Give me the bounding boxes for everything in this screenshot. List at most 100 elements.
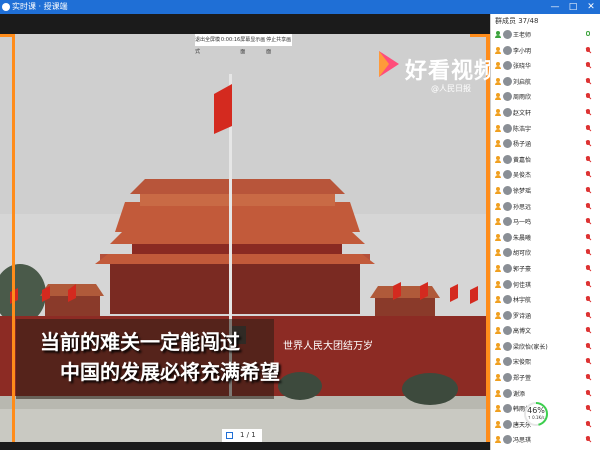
- member-name: 梁欣怡(家长): [513, 343, 548, 351]
- avatar: [503, 232, 512, 242]
- microphone-muted-icon[interactable]: [585, 108, 592, 116]
- avatar: [503, 279, 512, 289]
- microphone-muted-icon[interactable]: [585, 93, 592, 100]
- share-timer: 0:00:16: [220, 37, 241, 43]
- person-icon: [495, 140, 501, 148]
- person-icon: [495, 327, 501, 335]
- member-row[interactable]: 郑子萱: [491, 370, 600, 386]
- member-row[interactable]: 杨子涵: [491, 136, 600, 152]
- slide-icon: [226, 432, 233, 439]
- member-row[interactable]: 高博文: [491, 323, 600, 339]
- microphone-muted-icon[interactable]: [585, 327, 592, 334]
- member-name: 罗诗涵: [513, 312, 532, 320]
- member-row[interactable]: 陈浩宇: [491, 121, 600, 137]
- person-icon: [495, 62, 501, 70]
- show-screen-button[interactable]: 屏幕显示画面: [240, 34, 266, 55]
- play-logo-icon: [379, 51, 399, 77]
- avatar: [503, 404, 512, 414]
- member-row[interactable]: 马一鸣: [491, 214, 600, 230]
- microphone-muted-icon[interactable]: [585, 389, 592, 397]
- member-row[interactable]: 梁欣怡(家长): [491, 339, 600, 355]
- avatar: [503, 107, 512, 117]
- member-name: 王老师: [513, 32, 532, 39]
- member-row[interactable]: 张晓华: [491, 58, 600, 74]
- member-row[interactable]: 黄嘉怡: [491, 152, 600, 168]
- microphone-muted-icon[interactable]: [585, 342, 592, 350]
- member-row[interactable]: 孙思远: [491, 199, 600, 215]
- microphone-muted-icon[interactable]: [585, 171, 592, 178]
- avatar: [503, 357, 512, 367]
- progress-percent: 46%: [527, 406, 545, 415]
- member-row[interactable]: 李小明: [491, 43, 600, 59]
- member-row[interactable]: 胡可欣: [491, 245, 600, 261]
- microphone-muted-icon[interactable]: [585, 405, 592, 412]
- microphone-muted-icon[interactable]: [585, 436, 592, 443]
- exit-fullscreen-button[interactable]: 退出全屏模式: [195, 34, 221, 55]
- microphone-muted-icon[interactable]: [585, 46, 592, 54]
- person-icon: [495, 358, 501, 366]
- person-icon: [495, 31, 501, 38]
- maximize-button[interactable]: □: [566, 0, 580, 14]
- member-row[interactable]: 何佳琪: [491, 277, 600, 293]
- member-row[interactable]: 徐梦瑶: [491, 183, 600, 199]
- microphone-muted-icon[interactable]: [585, 296, 592, 303]
- member-row[interactable]: 谢添: [491, 386, 600, 402]
- microphone-muted-icon[interactable]: [585, 280, 592, 288]
- microphone-muted-icon[interactable]: [585, 249, 592, 256]
- member-name: 吴俊杰: [513, 172, 532, 180]
- close-button[interactable]: ✕: [584, 0, 598, 14]
- member-name: 冯思琪: [513, 437, 532, 445]
- microphone-muted-icon[interactable]: [585, 374, 592, 381]
- member-name: 何佳琪: [513, 281, 532, 289]
- window-title: 实时课 · 授课端: [12, 2, 68, 11]
- microphone-muted-icon[interactable]: [585, 124, 592, 132]
- avatar: [503, 326, 512, 336]
- microphone-muted-icon[interactable]: [585, 420, 592, 428]
- member-row[interactable]: 冯思琪: [491, 432, 600, 448]
- microphone-icon[interactable]: [585, 31, 591, 38]
- member-name: 高博文: [513, 328, 532, 336]
- avatar: [503, 61, 512, 71]
- microphone-muted-icon[interactable]: [585, 264, 592, 272]
- minimize-button[interactable]: —: [548, 0, 562, 14]
- microphone-muted-icon[interactable]: [585, 62, 592, 69]
- microphone-muted-icon[interactable]: [585, 311, 592, 319]
- member-row[interactable]: 赵文轩: [491, 105, 600, 121]
- person-icon: [495, 155, 501, 163]
- stop-share-button[interactable]: 停止共享画面: [266, 34, 292, 55]
- member-row[interactable]: 林宇航: [491, 292, 600, 308]
- microphone-muted-icon[interactable]: [585, 218, 592, 225]
- microphone-muted-icon[interactable]: [585, 77, 592, 85]
- member-row[interactable]: 朱晨曦: [491, 230, 600, 246]
- member-row[interactable]: 吴俊杰: [491, 167, 600, 183]
- member-row[interactable]: 刘启航: [491, 74, 600, 90]
- page-indicator[interactable]: 1 / 1: [222, 429, 262, 442]
- member-row[interactable]: 王老师: [491, 27, 600, 43]
- microphone-muted-icon[interactable]: [585, 140, 592, 147]
- member-name: 赵文轩: [513, 109, 532, 117]
- avatar: [503, 45, 512, 55]
- member-row[interactable]: 罗诗涵: [491, 308, 600, 324]
- member-name: 孙思远: [513, 203, 532, 211]
- shared-screen-video[interactable]: 退出全屏模式 0:00:16 屏幕显示画面 停止共享画面 好看视频 @人民日报 …: [0, 34, 490, 442]
- avatar: [503, 217, 512, 227]
- member-row[interactable]: 周雨欣: [491, 89, 600, 105]
- person-icon: [495, 264, 501, 272]
- member-row[interactable]: 郭子豪: [491, 261, 600, 277]
- microphone-muted-icon[interactable]: [585, 202, 592, 210]
- member-list: 王老师李小明 张晓华 刘启航 周雨欣赵文轩陈浩宇 杨子涵黄嘉怡吴俊杰徐梦瑶孙思远马一鸣朱…: [491, 27, 600, 450]
- member-name: 徐梦瑶: [513, 187, 532, 195]
- microphone-muted-icon[interactable]: [585, 233, 592, 241]
- avatar: [503, 185, 512, 195]
- avatar: [503, 295, 512, 305]
- microphone-muted-icon[interactable]: [585, 155, 592, 163]
- microphone-muted-icon[interactable]: [585, 358, 592, 365]
- share-toolbar: 退出全屏模式 0:00:16 屏幕显示画面 停止共享画面: [195, 34, 292, 55]
- title-bar: 实时课 · 授课端 — □ ✕: [0, 0, 600, 14]
- microphone-muted-icon[interactable]: [585, 186, 592, 194]
- member-row[interactable]: 宋俊熙: [491, 354, 600, 370]
- member-name: 宋俊熙: [513, 359, 532, 367]
- member-name: 黄嘉怡: [513, 156, 532, 164]
- video-caption-line1: 当前的难关一定能闯过: [40, 330, 240, 354]
- gate-slogan-text: 世界人民大团结万岁: [283, 341, 373, 352]
